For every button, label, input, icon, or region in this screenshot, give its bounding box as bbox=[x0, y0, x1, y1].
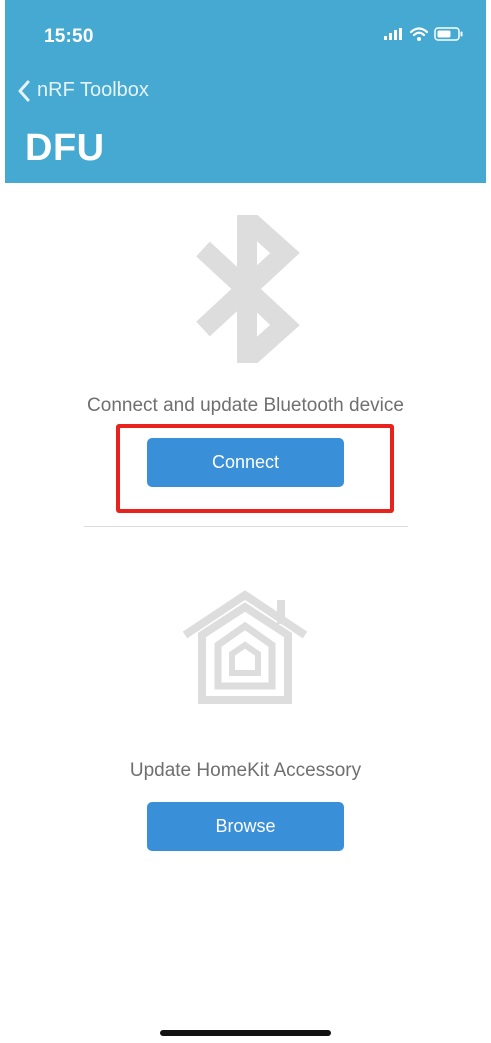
page-title: DFU bbox=[25, 127, 105, 169]
signal-icon bbox=[384, 28, 402, 40]
nav-header: 15:50 nRF Toolbox DFU bbox=[5, 0, 486, 183]
browse-button[interactable]: Browse bbox=[147, 802, 344, 851]
wifi-icon bbox=[410, 27, 428, 41]
status-time: 15:50 bbox=[44, 26, 94, 47]
home-indicator[interactable] bbox=[160, 1030, 331, 1036]
back-button-label: nRF Toolbox bbox=[37, 79, 149, 101]
bluetooth-icon bbox=[196, 215, 300, 363]
back-button[interactable]: nRF Toolbox bbox=[17, 79, 149, 102]
bluetooth-caption: Connect and update Bluetooth device bbox=[87, 395, 404, 416]
status-icons bbox=[384, 27, 464, 41]
homekit-caption: Update HomeKit Accessory bbox=[129, 760, 362, 781]
battery-icon bbox=[434, 27, 463, 41]
homekit-icon bbox=[182, 590, 308, 704]
chevron-left-icon bbox=[18, 80, 30, 101]
divider bbox=[84, 526, 408, 527]
connect-button[interactable]: Connect bbox=[147, 438, 344, 487]
